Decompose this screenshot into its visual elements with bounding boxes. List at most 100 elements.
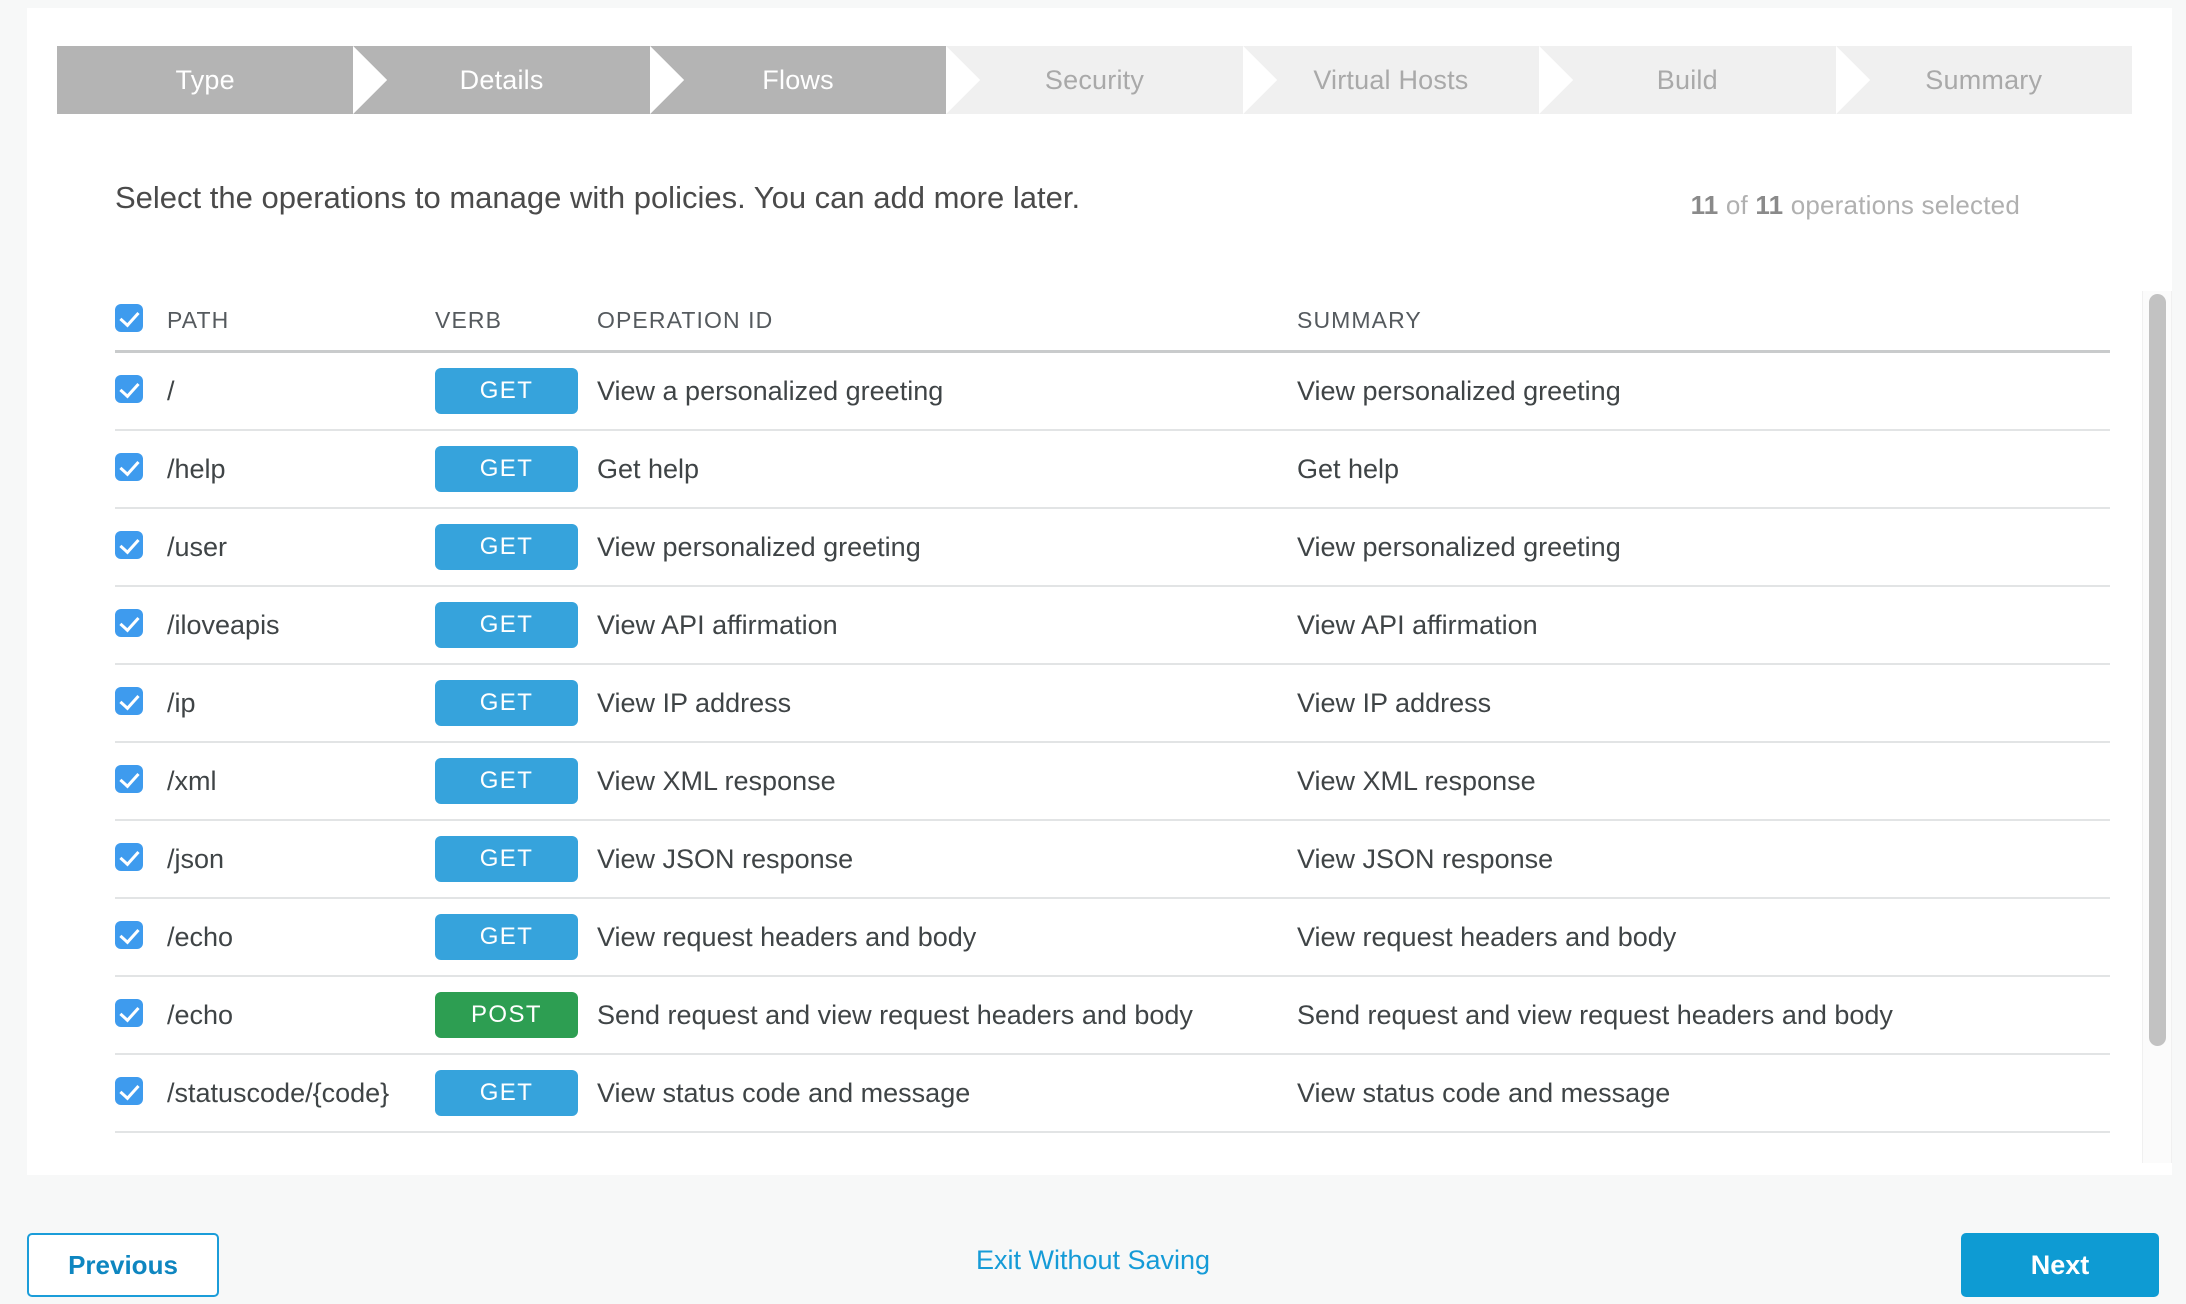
cell-summary: Get help bbox=[1297, 453, 1400, 484]
counter-of-word: of bbox=[1718, 190, 1756, 220]
cell-path: /iloveapis bbox=[167, 609, 280, 640]
cell-path: /statuscode/{code} bbox=[167, 1077, 390, 1108]
column-header-verb[interactable]: VERB bbox=[435, 307, 597, 334]
wizard-step-details[interactable]: Details bbox=[353, 46, 684, 114]
table-row[interactable]: /help GET Get help Get help bbox=[115, 431, 2110, 509]
column-header-operation-id[interactable]: OPERATION ID bbox=[597, 307, 1297, 334]
row-checkbox[interactable] bbox=[115, 374, 143, 403]
cell-summary: View personalized greeting bbox=[1297, 531, 1621, 562]
step-chevron-right-icon bbox=[1242, 46, 1277, 114]
table-row[interactable]: /statuscode/{code} GET View status code an… bbox=[115, 1055, 2110, 1133]
wizard-step-summary[interactable]: Summary bbox=[1835, 46, 2132, 114]
table-row[interactable]: /echo GET View request headers and body Vie… bbox=[115, 899, 2110, 977]
table-row[interactable]: /echo POST Send request and view request h… bbox=[115, 977, 2110, 1055]
row-checkbox[interactable] bbox=[115, 1076, 143, 1105]
row-checkbox[interactable] bbox=[115, 920, 143, 949]
verb-badge: GET bbox=[435, 680, 578, 726]
cell-verb: GET bbox=[435, 1070, 597, 1116]
table-row[interactable]: / GET View a personalized greeting View per… bbox=[115, 353, 2110, 431]
cell-verb: GET bbox=[435, 914, 597, 960]
previous-button[interactable]: Previous bbox=[27, 1233, 219, 1297]
operations-selected-counter: 11 of 11 operations selected bbox=[1691, 190, 2020, 221]
step-chevron-right-icon bbox=[353, 46, 388, 114]
select-all-checkbox-cell[interactable] bbox=[115, 304, 167, 337]
cell-verb: GET bbox=[435, 836, 597, 882]
row-checkbox-cell[interactable] bbox=[115, 920, 167, 954]
next-button[interactable]: Next bbox=[1961, 1233, 2159, 1297]
cell-summary: View JSON response bbox=[1297, 843, 1554, 874]
cell-operation-id: Send request and view request headers an… bbox=[597, 999, 1193, 1030]
cell-path: /echo bbox=[167, 999, 234, 1030]
cell-summary: View IP address bbox=[1297, 687, 1492, 718]
cell-verb: GET bbox=[435, 602, 597, 648]
operations-table: PATH VERB OPERATION ID SUMMARY / GET View … bbox=[115, 291, 2110, 1163]
verb-badge: GET bbox=[435, 368, 578, 414]
verb-badge: GET bbox=[435, 446, 578, 492]
table-header-row: PATH VERB OPERATION ID SUMMARY bbox=[115, 291, 2110, 353]
verb-badge: GET bbox=[435, 1070, 578, 1116]
exit-without-saving-link[interactable]: Exit Without Saving bbox=[976, 1245, 1210, 1276]
column-header-path[interactable]: PATH bbox=[167, 307, 435, 334]
cell-verb: GET bbox=[435, 368, 597, 414]
page-root: Type Details Flows Security Virtual Hosts Bui… bbox=[0, 0, 2186, 1304]
table-row[interactable]: /user GET View personalized greeting View p… bbox=[115, 509, 2110, 587]
row-checkbox-cell[interactable] bbox=[115, 764, 167, 798]
verb-badge: GET bbox=[435, 758, 578, 804]
row-checkbox[interactable] bbox=[115, 608, 143, 637]
cell-operation-id: Get help bbox=[597, 453, 700, 484]
select-all-checkbox[interactable] bbox=[115, 304, 143, 332]
cell-path: /json bbox=[167, 843, 225, 874]
row-checkbox-cell[interactable] bbox=[115, 842, 167, 876]
cell-operation-id: View JSON response bbox=[597, 843, 854, 874]
cell-operation-id: View personalized greeting bbox=[597, 531, 921, 562]
wizard-step-label: Build bbox=[1656, 64, 1718, 95]
verb-badge: GET bbox=[435, 524, 578, 570]
row-checkbox[interactable] bbox=[115, 452, 143, 481]
row-checkbox-cell[interactable] bbox=[115, 374, 167, 408]
row-checkbox[interactable] bbox=[115, 764, 143, 793]
row-checkbox[interactable] bbox=[115, 842, 143, 871]
wizard-step-flows[interactable]: Flows bbox=[649, 46, 981, 114]
column-header-summary[interactable]: SUMMARY bbox=[1297, 307, 2085, 334]
cell-operation-id: View IP address bbox=[597, 687, 792, 718]
step-chevron-right-icon bbox=[946, 46, 981, 114]
cell-path: / bbox=[167, 375, 175, 406]
table-row[interactable]: /xml GET View XML response View XML respons… bbox=[115, 743, 2110, 821]
row-checkbox[interactable] bbox=[115, 530, 143, 559]
cell-path: /xml bbox=[167, 765, 217, 796]
wizard-step-label: Flows bbox=[762, 64, 834, 95]
cell-summary: View API affirmation bbox=[1297, 609, 1538, 640]
wizard-step-bar: Type Details Flows Security Virtual Hosts Bui… bbox=[57, 46, 2132, 114]
table-row[interactable]: /iloveapis GET View API affirmation View AP… bbox=[115, 587, 2110, 665]
wizard-step-label: Summary bbox=[1925, 64, 2043, 95]
table-row[interactable]: /ip GET View IP address View IP address bbox=[115, 665, 2110, 743]
step-chevron-right-icon bbox=[1539, 46, 1574, 114]
row-checkbox-cell[interactable] bbox=[115, 608, 167, 642]
cell-operation-id: View status code and message bbox=[597, 1077, 971, 1108]
wizard-step-build[interactable]: Build bbox=[1539, 46, 1870, 114]
wizard-step-label: Virtual Hosts bbox=[1313, 64, 1469, 95]
scrollbar-thumb[interactable] bbox=[2149, 294, 2166, 1046]
row-checkbox-cell[interactable] bbox=[115, 686, 167, 720]
row-checkbox-cell[interactable] bbox=[115, 530, 167, 564]
row-checkbox-cell[interactable] bbox=[115, 1076, 167, 1110]
wizard-step-security[interactable]: Security bbox=[946, 46, 1277, 114]
wizard-step-virtual-hosts[interactable]: Virtual Hosts bbox=[1242, 46, 1574, 114]
cell-verb: POST bbox=[435, 992, 597, 1038]
total-count: 11 bbox=[1755, 190, 1784, 220]
row-checkbox[interactable] bbox=[115, 998, 143, 1027]
cell-path: /user bbox=[167, 531, 228, 562]
cell-operation-id: View XML response bbox=[597, 765, 836, 796]
cell-path: /ip bbox=[167, 687, 196, 718]
cell-verb: GET bbox=[435, 446, 597, 492]
cell-verb: GET bbox=[435, 524, 597, 570]
table-row[interactable]: /json GET View JSON response View JSON resp… bbox=[115, 821, 2110, 899]
row-checkbox-cell[interactable] bbox=[115, 452, 167, 486]
table-scrollbar[interactable] bbox=[2142, 291, 2172, 1163]
row-checkbox[interactable] bbox=[115, 686, 143, 715]
cell-verb: GET bbox=[435, 680, 597, 726]
row-checkbox-cell[interactable] bbox=[115, 998, 167, 1032]
wizard-step-type[interactable]: Type bbox=[57, 46, 388, 114]
wizard-step-label: Type bbox=[175, 64, 235, 95]
cell-operation-id: View a personalized greeting bbox=[597, 375, 944, 406]
